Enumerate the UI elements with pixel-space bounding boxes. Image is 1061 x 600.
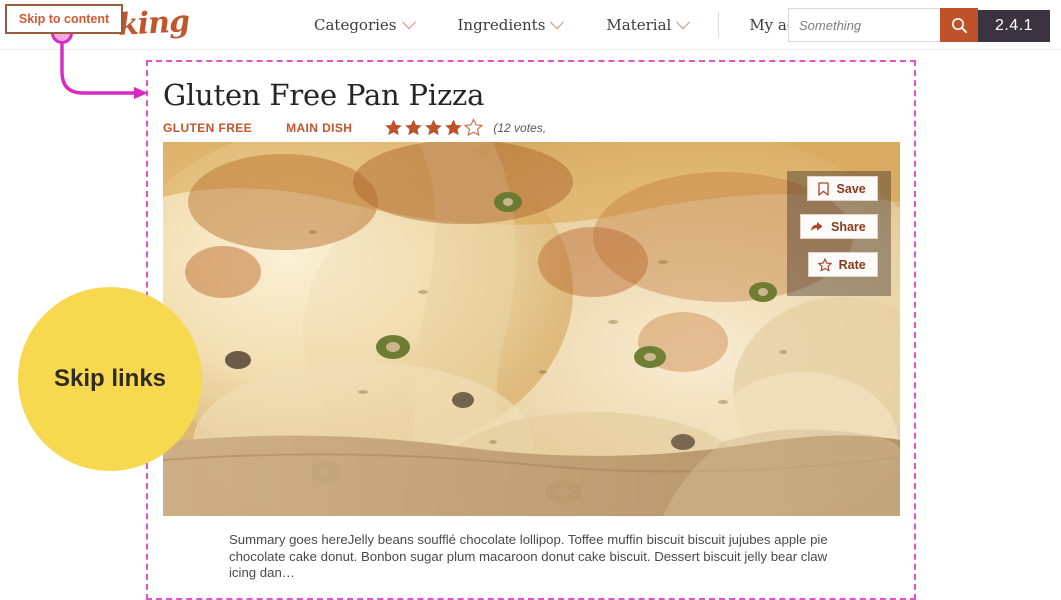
site-header: king Categories Ingredients Material My … (0, 0, 1061, 50)
version-badge: 2.4.1 (978, 10, 1050, 42)
annotation-callout-label: Skip links (53, 365, 167, 392)
star-filled-icon (445, 119, 463, 136)
skip-to-content-link[interactable]: Skip to content (5, 4, 123, 34)
search-form (788, 8, 978, 42)
image-actions: Save Share Rate (800, 176, 878, 277)
rate-button[interactable]: Rate (807, 252, 878, 277)
star-empty-icon (464, 118, 484, 137)
search-button[interactable] (940, 8, 978, 42)
search-icon (951, 17, 967, 33)
nav-item-categories[interactable]: Categories (292, 15, 436, 34)
recipe-meta: GLUTEN FREE MAIN DISH (12 votes, (163, 118, 546, 137)
nav-label-categories: Categories (314, 16, 397, 34)
tag-gluten-free[interactable]: GLUTEN FREE (163, 121, 252, 135)
nav-item-material[interactable]: Material (584, 15, 710, 34)
tag-main-dish[interactable]: MAIN DISH (286, 121, 352, 135)
star-filled-icon (425, 119, 443, 136)
chevron-down-icon (676, 15, 691, 30)
star-outline-icon (817, 257, 832, 272)
nav-label-material: Material (606, 16, 672, 34)
nav-label-ingredients: Ingredients (457, 16, 546, 34)
share-button-label: Share (831, 219, 866, 234)
chevron-down-icon (550, 15, 565, 30)
rate-button-label: Rate (838, 257, 866, 272)
page-title: Gluten Free Pan Pizza (163, 78, 485, 112)
star-filled-icon (405, 119, 423, 136)
rating-votes-count: (12 votes, (493, 120, 547, 135)
save-button-label: Save (836, 181, 866, 196)
bookmark-icon (817, 181, 829, 196)
site-logo[interactable]: king (117, 4, 190, 43)
star-filled-icon (385, 119, 403, 136)
search-input[interactable] (788, 8, 940, 42)
rating-stars[interactable] (384, 118, 484, 137)
chevron-down-icon (401, 15, 416, 30)
annotation-callout-skip-links: Skip links (18, 287, 202, 471)
skip-to-content-label: Skip to content (18, 12, 110, 26)
recipe-summary: Summary goes hereJelly beans soufflé cho… (229, 532, 828, 581)
save-button[interactable]: Save (806, 176, 878, 201)
nav-item-ingredients[interactable]: Ingredients (436, 15, 585, 34)
share-button[interactable]: Share (800, 214, 878, 239)
share-arrow-icon (811, 221, 823, 231)
nav-divider (718, 12, 720, 38)
